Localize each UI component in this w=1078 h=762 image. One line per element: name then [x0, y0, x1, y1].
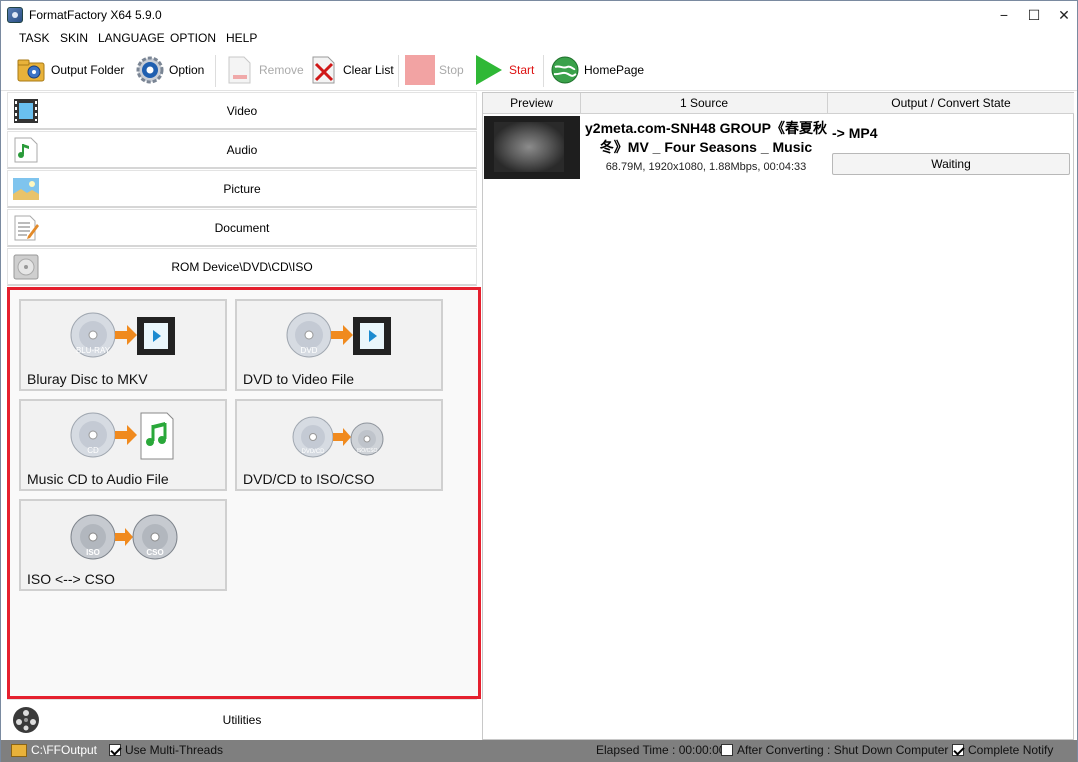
dvd-to-video-icon: DVD	[285, 311, 395, 361]
output-folder-label: Output Folder	[51, 63, 125, 77]
folder-icon	[17, 55, 47, 85]
video-thumbnail	[484, 116, 580, 179]
homepage-button[interactable]: HomePage	[550, 53, 644, 87]
category-panel: Video Audio Picture Document ROM Device\	[7, 92, 481, 740]
menu-task[interactable]: TASK	[19, 31, 49, 45]
homepage-label: HomePage	[584, 63, 645, 77]
output-format: -> MP4	[832, 125, 878, 141]
category-video[interactable]: Video	[7, 92, 477, 130]
source-info: 68.79M, 1920x1080, 1.88Mbps, 00:04:33	[605, 161, 807, 173]
task-label: DVD/CD to ISO/CSO	[243, 471, 375, 487]
convert-state: Waiting	[832, 153, 1070, 175]
disc-label: DVD/CD	[301, 449, 325, 455]
task-music-cd-to-audio[interactable]: CD Music CD to Audio File	[19, 399, 227, 491]
close-button[interactable]: ✕	[1049, 5, 1078, 25]
disc-label: DVD	[301, 346, 318, 355]
after-converting-label: After Converting : Shut Down Computer	[737, 743, 949, 757]
maximize-button[interactable]: ☐	[1019, 5, 1049, 25]
elapsed-time: Elapsed Time : 00:00:00	[596, 743, 725, 757]
disc-label: ISO	[86, 548, 100, 557]
elapsed-time-text: Elapsed Time : 00:00:00	[596, 743, 726, 757]
target-label: CSO	[146, 548, 163, 557]
category-document-label: Document	[214, 221, 270, 235]
globe-icon	[550, 55, 580, 85]
output-folder-button[interactable]: Output Folder	[17, 53, 124, 87]
complete-notify-label: Complete Notify	[968, 743, 1054, 757]
target-label: ISO/CSO	[357, 448, 378, 454]
multi-threads-option[interactable]: Use Multi-Threads	[109, 743, 223, 757]
menu-language[interactable]: LANGUAGE	[98, 31, 165, 45]
cd-to-audio-icon: CD	[69, 411, 179, 461]
complete-notify-checkbox[interactable]	[952, 744, 964, 756]
start-button[interactable]: Start	[475, 53, 534, 87]
document-remove-icon	[225, 55, 255, 85]
gear-icon	[135, 55, 165, 85]
remove-label: Remove	[259, 63, 304, 77]
output-path[interactable]: C:\FFOutput	[11, 743, 97, 757]
window-title: FormatFactory X64 5.9.0	[29, 8, 162, 22]
source-title: y2meta.com-SNH48 GROUP《春夏秋冬》MV _ Four Se…	[585, 120, 827, 155]
app-window: FormatFactory X64 5.9.0 − ☐ ✕ TASK SKIN …	[0, 0, 1078, 762]
task-iso-to-cso[interactable]: ISO CSO ISO <--> CSO	[19, 499, 227, 591]
clear-list-icon	[309, 55, 339, 85]
category-utilities[interactable]: Utilities	[7, 699, 477, 739]
clear-list-label: Clear List	[343, 63, 394, 77]
complete-notify-option[interactable]: Complete Notify	[952, 743, 1053, 757]
menu-bar: TASK SKIN LANGUAGE OPTION HELP	[1, 29, 1077, 49]
stop-label: Stop	[439, 63, 464, 77]
category-video-label: Video	[226, 104, 258, 118]
iso-cso-icon: ISO CSO	[69, 511, 179, 561]
minimize-button[interactable]: −	[989, 5, 1019, 25]
after-converting-option[interactable]: After Converting : Shut Down Computer	[721, 743, 948, 757]
menu-skin[interactable]: SKIN	[60, 31, 88, 45]
toolbar: Output Folder Option Remove Clear List S…	[1, 49, 1077, 91]
task-label: Music CD to Audio File	[27, 471, 169, 487]
multi-threads-checkbox[interactable]	[109, 744, 121, 756]
category-rom-label: ROM Device\DVD\CD\ISO	[171, 260, 313, 274]
title-bar: FormatFactory X64 5.9.0 − ☐ ✕	[1, 1, 1077, 29]
task-label: Bluray Disc to MKV	[27, 371, 148, 387]
task-dvdcd-to-isocso[interactable]: DVD/CD ISO/CSO DVD/CD to ISO/CSO	[235, 399, 443, 491]
toolbar-separator	[543, 55, 544, 87]
disc-label: BLU-RAY	[76, 346, 111, 355]
category-audio[interactable]: Audio	[7, 131, 477, 169]
task-bluray-to-mkv[interactable]: BLU-RAY Bluray Disc to MKV	[19, 299, 227, 391]
toolbar-separator	[398, 55, 399, 87]
category-document[interactable]: Document	[7, 209, 477, 247]
column-header-preview[interactable]: Preview	[483, 93, 581, 114]
category-utilities-label: Utilities	[222, 713, 262, 727]
bluray-to-video-icon: BLU-RAY	[69, 311, 179, 361]
multi-threads-label: Use Multi-Threads	[125, 743, 224, 757]
stop-icon	[405, 55, 435, 85]
category-audio-label: Audio	[226, 143, 258, 157]
option-label: Option	[169, 63, 205, 77]
disc-label: CD	[87, 446, 99, 455]
rom-task-area: BLU-RAY Bluray Disc to MKV DVD DVD to Vi…	[7, 287, 481, 699]
task-list: Preview 1 Source Output / Convert State …	[482, 92, 1074, 740]
status-bar: C:\FFOutput Use Multi-Threads Elapsed Ti…	[1, 740, 1077, 762]
app-icon	[7, 7, 23, 23]
stop-button[interactable]: Stop	[405, 53, 464, 87]
category-picture-label: Picture	[223, 182, 261, 196]
toolbar-separator	[215, 55, 216, 87]
remove-button[interactable]: Remove	[225, 53, 304, 87]
folder-icon	[11, 743, 27, 757]
clear-list-button[interactable]: Clear List	[309, 53, 394, 87]
disc-to-iso-icon: DVD/CD ISO/CSO	[285, 411, 395, 461]
column-header-output[interactable]: Output / Convert State	[828, 93, 1074, 114]
task-label: DVD to Video File	[243, 371, 355, 387]
column-header-source[interactable]: 1 Source	[581, 93, 828, 114]
output-path-text: C:\FFOutput	[31, 743, 98, 757]
menu-option[interactable]: OPTION	[170, 31, 216, 45]
category-rom[interactable]: ROM Device\DVD\CD\ISO	[7, 248, 477, 286]
option-button[interactable]: Option	[135, 53, 204, 87]
task-dvd-to-video[interactable]: DVD DVD to Video File	[235, 299, 443, 391]
task-label: ISO <--> CSO	[27, 571, 115, 587]
category-picture[interactable]: Picture	[7, 170, 477, 208]
menu-help[interactable]: HELP	[226, 31, 257, 45]
start-label: Start	[509, 63, 535, 77]
shutdown-checkbox[interactable]	[721, 744, 733, 756]
play-icon	[475, 55, 505, 85]
